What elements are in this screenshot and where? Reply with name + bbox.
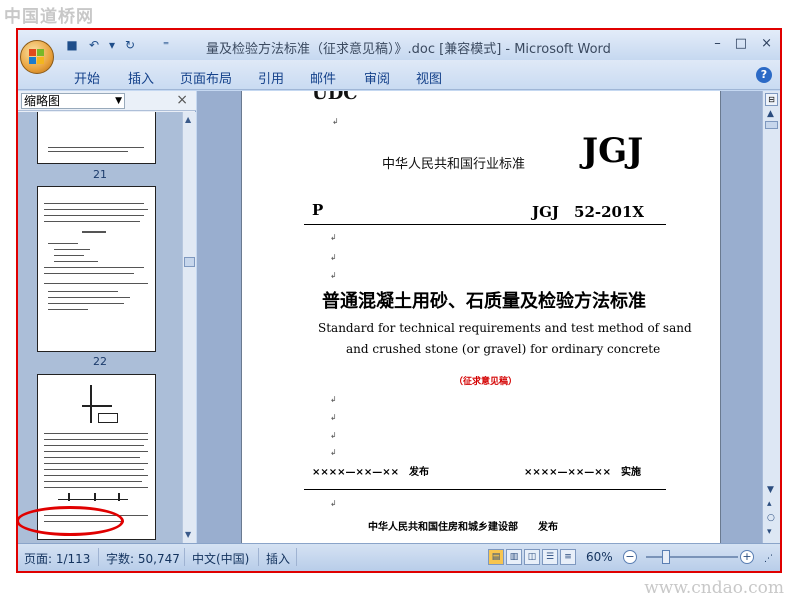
tab-review[interactable]: 审阅 (364, 68, 390, 87)
paragraph-mark: ↲ (330, 499, 337, 508)
paragraph-mark: ↲ (330, 271, 337, 280)
red-annotation-ellipse (16, 506, 124, 536)
document-title-cn: 普通混凝土用砂、石质量及检验方法标准 (322, 291, 646, 312)
paragraph-mark: ↲ (330, 233, 337, 242)
web-layout-icon[interactable]: ◫ (524, 549, 540, 565)
thumbnail-page-21[interactable] (37, 112, 156, 164)
close-button[interactable]: × (761, 36, 772, 51)
quick-access-toolbar: ■ ↶ ▾ ↻ ⁼ (64, 37, 174, 53)
sidebar-scroll-thumb[interactable] (184, 257, 195, 267)
industry-standard-label: 中华人民共和国行业标准 (382, 157, 526, 172)
scroll-up-icon[interactable]: ▲ (185, 115, 191, 124)
window-title: 量及检验方法标准（征求意见稿）》.doc [兼容模式] - Microsoft … (206, 42, 611, 57)
sidebar-view-label: 缩略图 (24, 94, 61, 108)
thumbnail-number: 22 (93, 355, 107, 368)
thumbnail-number: 21 (93, 168, 107, 181)
implement-date: ××××—××—×× 实施 (524, 467, 642, 478)
document-title-en-2: and crushed stone (or gravel) for ordina… (346, 342, 661, 356)
office-logo-icon (29, 49, 45, 65)
screenshot: 中国道桥网 ■ ↶ ▾ ↻ ⁼ 量及检验方法标准（征求意见稿）》.doc [兼容… (0, 0, 800, 600)
tab-page-layout[interactable]: 页面布局 (180, 68, 232, 87)
scroll-up-icon[interactable]: ▲ (767, 109, 774, 119)
zoom-slider-knob[interactable] (662, 550, 670, 564)
full-screen-reading-icon[interactable]: ▥ (506, 549, 522, 565)
maximize-button[interactable]: □ (735, 36, 747, 51)
previous-page-icon[interactable]: ▴ (767, 499, 772, 509)
ruler-toggle-icon[interactable]: ⊟ (765, 93, 778, 106)
title-bar: ■ ↶ ▾ ↻ ⁼ 量及检验方法标准（征求意见稿）》.doc [兼容模式] - … (18, 30, 780, 60)
undo-icon[interactable]: ↶ (86, 37, 102, 53)
document-title-en-1: Standard for technical requirements and … (318, 321, 692, 335)
chevron-down-icon: ▼ (115, 96, 122, 106)
document-area: UDC ↲ 中华人民共和国行业标准 JGJ P JGJ 52-201X ↲ ↲ … (197, 91, 762, 543)
zoom-level[interactable]: 60% (586, 550, 613, 564)
minimize-button[interactable]: – (714, 36, 721, 51)
resize-grip-icon[interactable]: ⋰ (764, 554, 773, 564)
release-date: ××××—××—×× 发布 (312, 467, 430, 478)
watermark-top: 中国道桥网 (4, 7, 94, 27)
paragraph-mark: ↲ (330, 448, 337, 457)
print-layout-view-icon[interactable]: ▤ (488, 549, 504, 565)
tab-references[interactable]: 引用 (258, 68, 284, 87)
undo-dropdown-icon[interactable]: ▾ (108, 37, 116, 53)
sidebar-close-icon[interactable]: × (176, 92, 188, 108)
paragraph-mark: ↲ (332, 117, 339, 126)
draft-view-icon[interactable]: ≡ (560, 549, 576, 565)
paragraph-mark: ↲ (330, 431, 337, 440)
document-scrollbar[interactable]: ⊟ ▲ ▼ ▴ ○ ▾ (762, 91, 780, 543)
draft-note: （征求意见稿） (454, 377, 518, 387)
jgj-mark: JGJ (582, 131, 644, 171)
paragraph-mark: ↲ (330, 413, 337, 422)
paragraph-mark: ↲ (330, 395, 337, 404)
thumbnail-pane: 21 22 (18, 112, 182, 543)
sidebar-scrollbar[interactable]: ▲ ▼ (182, 112, 196, 543)
help-icon[interactable]: ? (756, 67, 772, 83)
window-controls: – □ × (714, 36, 772, 51)
outline-view-icon[interactable]: ☰ (542, 549, 558, 565)
next-page-icon[interactable]: ▾ (767, 527, 772, 537)
horizontal-rule (304, 489, 666, 490)
insert-mode[interactable]: 插入 (266, 550, 290, 567)
thumbnail-sidebar: 缩略图 ▼ × 21 22 ▲ ▼ (18, 91, 196, 543)
standard-number: JGJ 52-201X (532, 203, 645, 221)
tab-home[interactable]: 开始 (74, 68, 100, 87)
zoom-slider-track[interactable] (646, 556, 738, 558)
zoom-out-icon[interactable]: − (623, 550, 637, 564)
save-icon[interactable]: ■ (64, 37, 80, 53)
sidebar-header: 缩略图 ▼ × (18, 91, 196, 111)
udc-label: UDC (312, 91, 358, 104)
zoom-in-icon[interactable]: + (740, 550, 754, 564)
redo-icon[interactable]: ↻ (122, 37, 138, 53)
sidebar-view-select[interactable]: 缩略图 ▼ (21, 93, 125, 109)
document-scroll-thumb[interactable] (765, 121, 778, 129)
language-indicator[interactable]: 中文(中国) (192, 550, 249, 567)
issuer-line: 中华人民共和国住房和城乡建设部 发布 (368, 522, 558, 533)
status-bar: 页面: 1/113 字数: 50,747 中文(中国) 插入 ▤ ▥ ◫ ☰ ≡… (18, 543, 780, 571)
document-page[interactable]: UDC ↲ 中华人民共和国行业标准 JGJ P JGJ 52-201X ↲ ↲ … (241, 91, 721, 543)
p-letter: P (312, 201, 324, 219)
word-count[interactable]: 字数: 50,747 (106, 550, 180, 567)
scroll-down-icon[interactable]: ▼ (185, 530, 191, 539)
tab-mailings[interactable]: 邮件 (310, 68, 336, 87)
word-window: ■ ↶ ▾ ↻ ⁼ 量及检验方法标准（征求意见稿）》.doc [兼容模式] - … (18, 30, 780, 571)
ribbon-tabs: 开始 插入 页面布局 引用 邮件 审阅 视图 ? (18, 60, 780, 90)
customize-icon[interactable]: ⁼ (158, 37, 174, 53)
watermark-bottom: www.cndao.com (644, 578, 784, 598)
page-counter[interactable]: 页面: 1/113 (24, 550, 90, 567)
select-browse-object-icon[interactable]: ○ (767, 513, 775, 523)
scroll-down-icon[interactable]: ▼ (767, 485, 774, 495)
horizontal-rule (304, 224, 666, 225)
paragraph-mark: ↲ (330, 253, 337, 262)
thumbnail-page-22[interactable] (37, 186, 156, 352)
office-button[interactable] (20, 40, 54, 74)
tab-view[interactable]: 视图 (416, 68, 442, 87)
tab-insert[interactable]: 插入 (128, 68, 154, 87)
